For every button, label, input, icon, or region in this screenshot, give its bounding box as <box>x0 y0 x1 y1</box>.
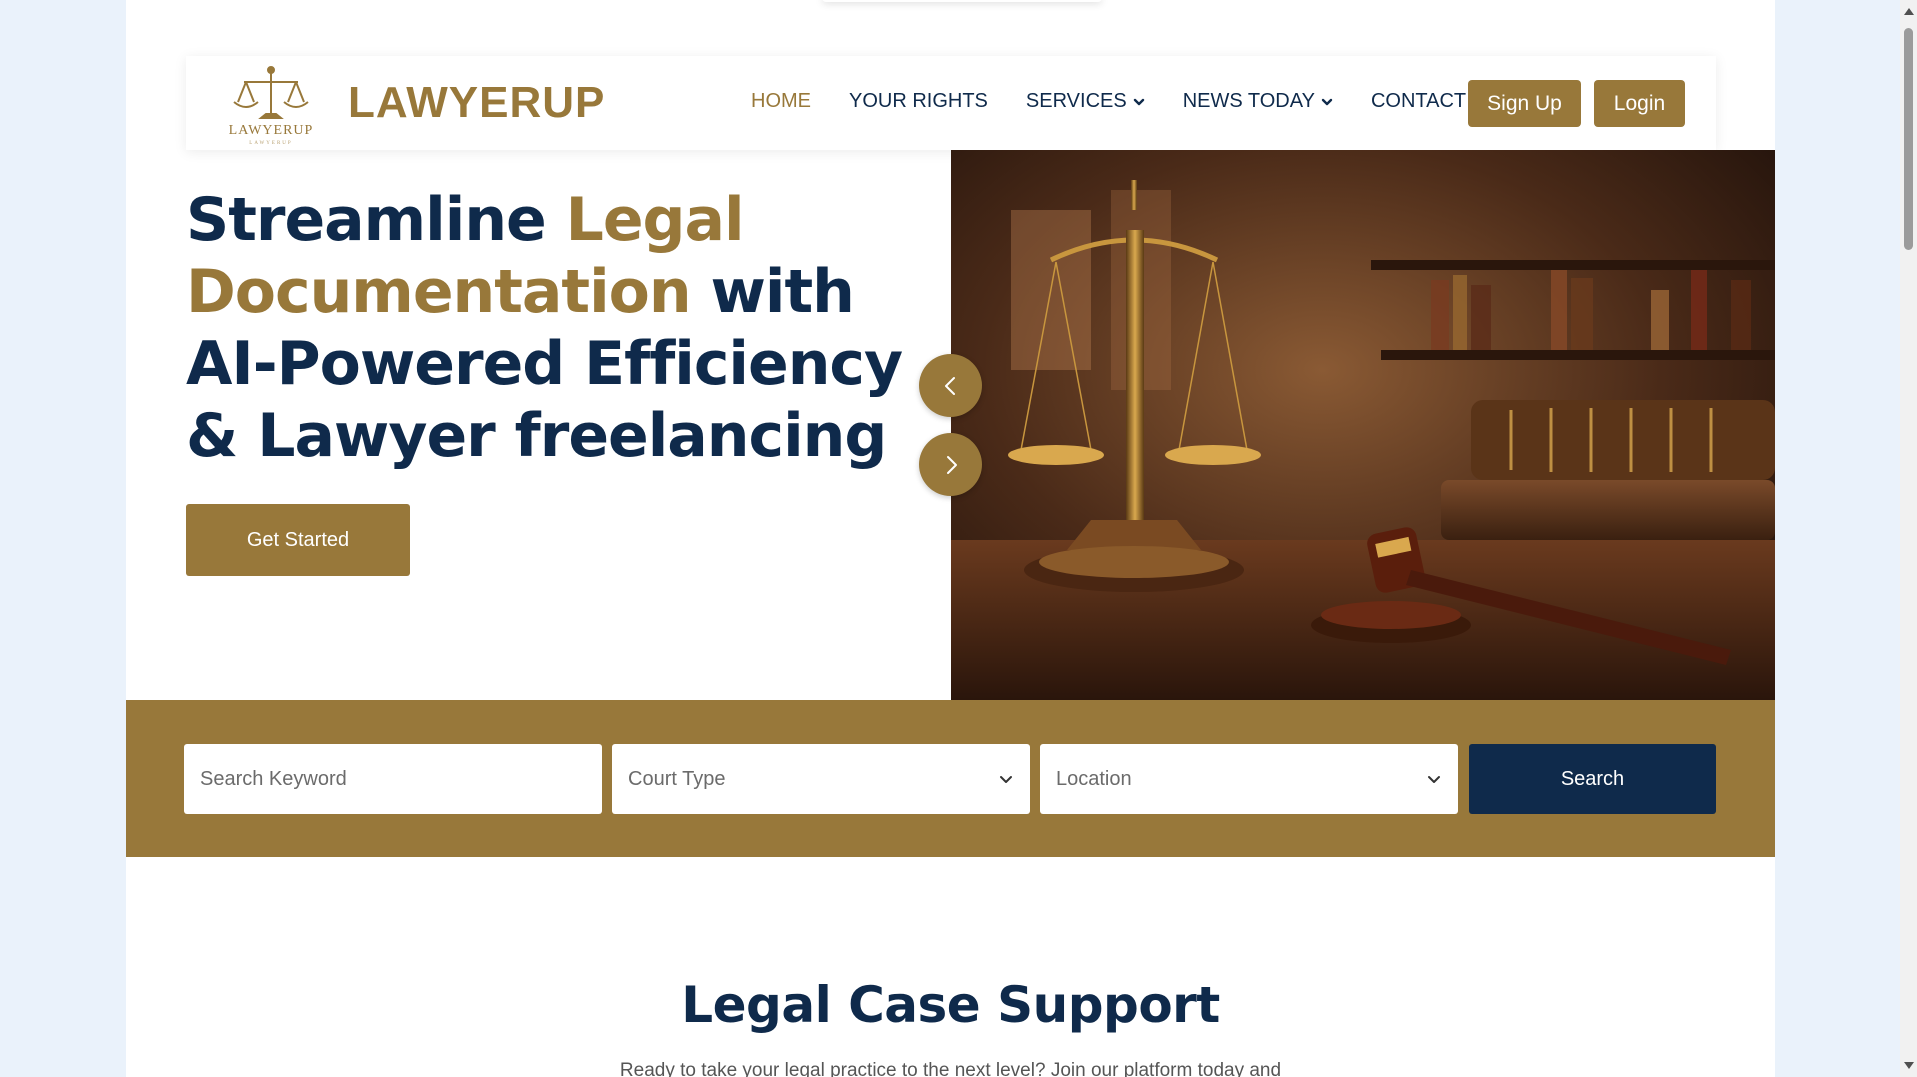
main-nav: HOME YOUR RIGHTS SERVICES NEWS TODAY CON… <box>751 90 1504 113</box>
nav-item-news-today[interactable]: NEWS TODAY <box>1183 90 1333 113</box>
login-button[interactable]: Login <box>1594 80 1685 127</box>
chevron-left-icon <box>944 376 955 395</box>
scroll-up-icon[interactable] <box>1904 8 1914 15</box>
chevron-right-icon <box>946 455 957 474</box>
chevron-down-icon <box>1133 96 1145 108</box>
svg-text:LAWYERUP: LAWYERUP <box>249 141 292 146</box>
scroll-down-icon[interactable] <box>1904 1062 1914 1069</box>
nav-item-label: YOUR RIGHTS <box>849 90 988 112</box>
svg-text:LAWYERUP: LAWYERUP <box>229 123 314 138</box>
nav-item-services[interactable]: SERVICES <box>1026 90 1145 113</box>
navbar: LAWYERUP LAWYERUP LAWYERUP HOME YOUR RIG… <box>186 56 1716 150</box>
court-type-select[interactable]: Court Type <box>612 744 1030 814</box>
nav-item-label: HOME <box>751 90 811 112</box>
location-value: Location <box>1056 767 1132 790</box>
hero-title: Streamline Legal Documentation with AI-P… <box>186 184 906 472</box>
chevron-down-icon <box>1321 96 1333 108</box>
nav-item-label: SERVICES <box>1025 90 1127 112</box>
search-button[interactable]: Search <box>1469 744 1716 814</box>
chevron-down-icon <box>998 771 1014 787</box>
page-scrollbar[interactable] <box>1900 0 1917 1077</box>
page: LAWYERUP LAWYERUP LAWYERUP HOME YOUR RIG… <box>126 0 1775 1077</box>
chevron-down-icon <box>1426 771 1442 787</box>
nav-item-contact[interactable]: CONTACT <box>1371 90 1466 113</box>
hero-title-part1: Streamline <box>186 185 566 255</box>
nav-item-label: CONTACT <box>1370 90 1467 112</box>
carousel-prev-button[interactable] <box>919 354 982 417</box>
search-band: Court Type Location Search <box>126 700 1775 857</box>
nav-item-your-rights[interactable]: YOUR RIGHTS <box>849 90 988 113</box>
location-select[interactable]: Location <box>1040 744 1458 814</box>
section-subtitle: Ready to take your legal practice to the… <box>619 1060 1282 1077</box>
get-started-button[interactable]: Get Started <box>186 504 410 576</box>
logo[interactable]: LAWYERUP LAWYERUP <box>216 62 326 146</box>
brand-name[interactable]: LAWYERUP <box>348 78 605 128</box>
nav-item-label: NEWS TODAY <box>1182 90 1315 112</box>
search-keyword-field[interactable] <box>184 744 602 814</box>
nav-item-home[interactable]: HOME <box>751 90 811 113</box>
carousel-next-button[interactable] <box>919 433 982 496</box>
section-title: Legal Case Support <box>681 976 1220 1034</box>
scroll-thumb[interactable] <box>1904 28 1913 250</box>
scales-logo-icon: LAWYERUP LAWYERUP <box>229 66 314 146</box>
top-shadow <box>822 0 1102 2</box>
signup-button[interactable]: Sign Up <box>1468 80 1581 127</box>
search-keyword-input[interactable] <box>200 744 602 814</box>
court-type-value: Court Type <box>628 767 726 790</box>
hero-image <box>951 150 1775 700</box>
